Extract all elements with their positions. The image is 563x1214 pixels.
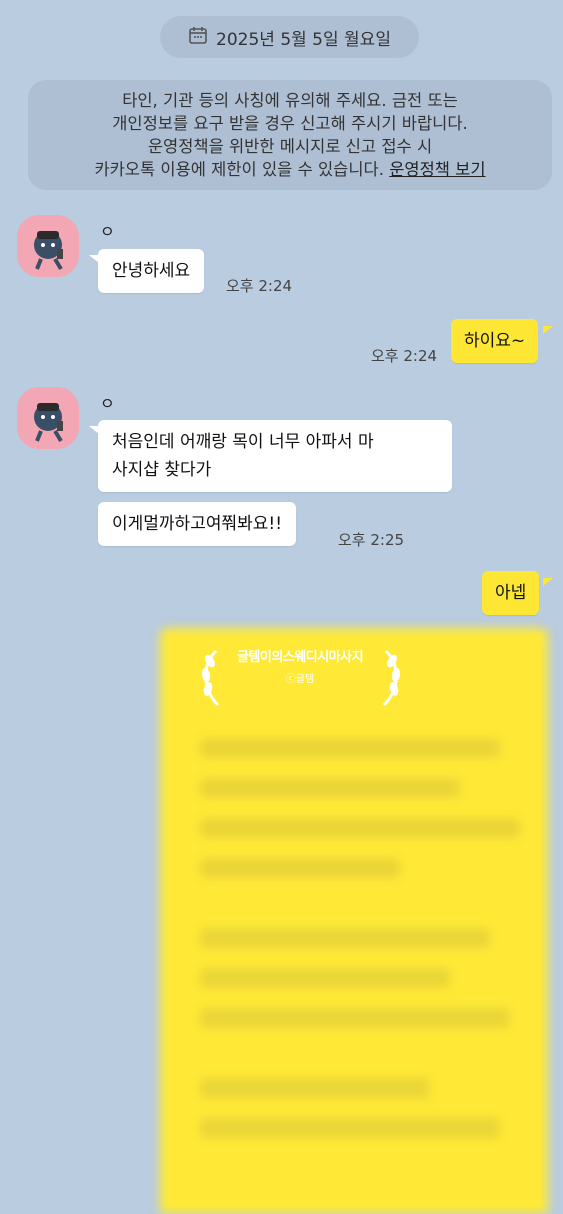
notice-line: 카카오톡 이용에 제한이 있을 수 있습니다. (94, 160, 384, 179)
message-line: 처음인데 어깨랑 목이 너무 아파서 마 (112, 432, 374, 452)
policy-notice: 타인, 기관 등의 사칭에 유의해 주세요. 금전 또는 개인정보를 요구 받을… (28, 80, 552, 190)
date-divider: 2025년 5월 5일 월요일 (160, 16, 419, 58)
bubble-tail (543, 326, 553, 334)
message-line: 사지샵 찾다가 (112, 460, 212, 480)
avatar[interactable] (17, 215, 79, 277)
card-subtitle: ⓒ글템 (285, 674, 315, 685)
notice-line: 개인정보를 요구 받을 경우 신고해 주시기 바랍니다. (112, 114, 468, 133)
calendar-icon (188, 25, 208, 50)
avatar[interactable] (17, 387, 79, 449)
sender-name: ㅇ (100, 394, 115, 413)
notice-line: 운영정책을 위반한 메시지로 신고 접수 시 (147, 137, 433, 156)
bubble-tail (543, 578, 553, 586)
message-bubble[interactable]: 이게멀까하고여쭤봐요!! (98, 502, 297, 546)
message-time: 오후 2:24 (371, 347, 438, 365)
sender-name: ㅇ (100, 222, 115, 241)
notice-line: 타인, 기관 등의 사칭에 유의해 주세요. 금전 또는 (122, 91, 458, 110)
message-bubble[interactable]: 아넵 (482, 571, 540, 615)
shared-card[interactable] (160, 628, 548, 1214)
message-time: 오후 2:25 (338, 531, 405, 549)
card-title: 글템이의스웨디시마사지 (236, 650, 364, 665)
date-text: 2025년 5월 5일 월요일 (216, 29, 391, 50)
message-bubble[interactable]: 안녕하세요 (98, 249, 205, 293)
message-time: 오후 2:24 (226, 277, 293, 295)
message-bubble[interactable]: 처음인데 어깨랑 목이 너무 아파서 마 사지샵 찾다가 (98, 420, 452, 492)
policy-link[interactable]: 운영정책 보기 (389, 160, 485, 179)
message-bubble[interactable]: 하이요~ (451, 319, 539, 363)
